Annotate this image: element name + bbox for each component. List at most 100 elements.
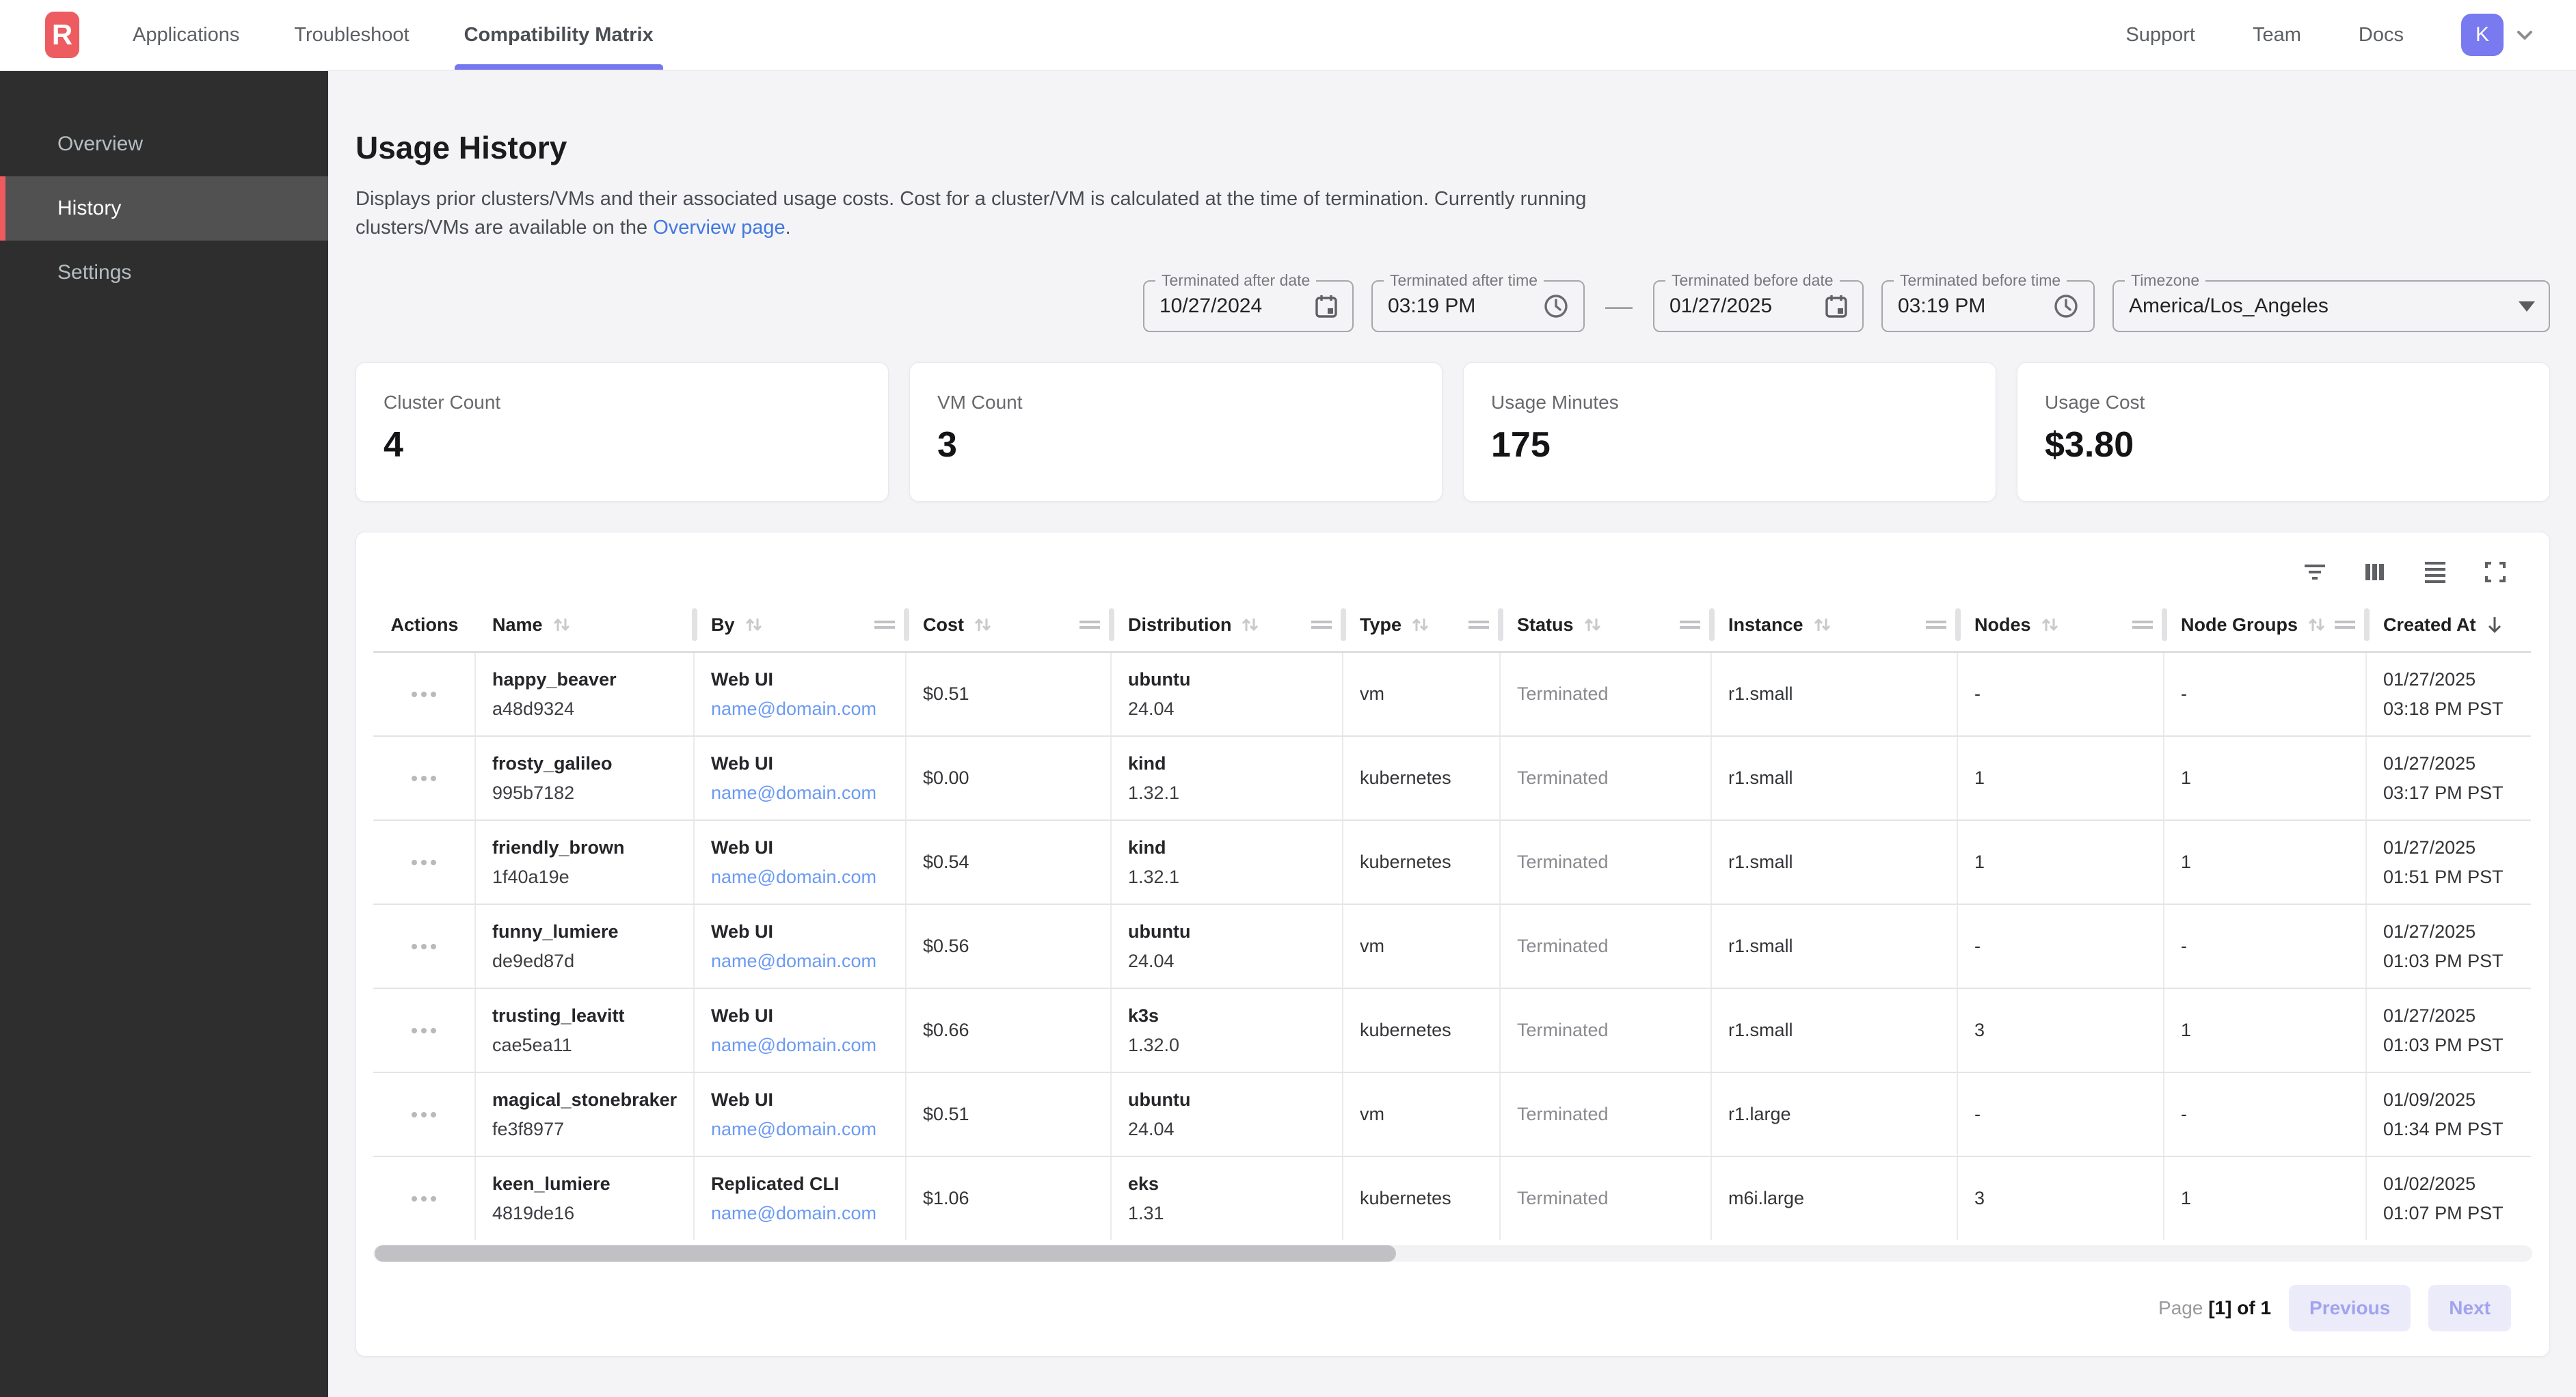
cell-by: Web UI name@domain.com bbox=[695, 905, 907, 988]
page-description: Displays prior clusters/VMs and their as… bbox=[355, 185, 1661, 242]
timezone-select[interactable]: Timezone America/Los_Angeles bbox=[2112, 280, 2550, 332]
column-header-status[interactable]: Status bbox=[1501, 598, 1712, 651]
created-by-email-link[interactable]: name@domain.com bbox=[711, 867, 905, 888]
terminated-before-time-value: 03:19 PM bbox=[1898, 295, 1985, 318]
column-resize-handle-icon[interactable] bbox=[1679, 617, 1701, 632]
sidebar-item-history[interactable]: History bbox=[0, 176, 328, 241]
sort-icon[interactable] bbox=[1408, 613, 1432, 636]
node-groups-value: - bbox=[2181, 683, 2365, 705]
column-header-distribution[interactable]: Distribution bbox=[1112, 598, 1343, 651]
column-header-instance[interactable]: Instance bbox=[1712, 598, 1958, 651]
scrollbar-thumb[interactable] bbox=[375, 1245, 1396, 1262]
sort-icon[interactable] bbox=[2038, 613, 2061, 636]
column-resize-handle-icon[interactable] bbox=[1311, 617, 1332, 632]
status-value: Terminated bbox=[1517, 1188, 1710, 1209]
nav-item-compatibility-matrix[interactable]: Compatibility Matrix bbox=[464, 0, 654, 70]
row-actions-menu-icon[interactable] bbox=[412, 776, 436, 781]
created-by-email-link[interactable]: name@domain.com bbox=[711, 1203, 905, 1224]
created-by-email-link[interactable]: name@domain.com bbox=[711, 951, 905, 972]
status-value: Terminated bbox=[1517, 936, 1710, 957]
next-page-button[interactable]: Next bbox=[2428, 1285, 2511, 1331]
instance-value: m6i.large bbox=[1728, 1188, 1957, 1209]
created-by-source: Web UI bbox=[711, 1005, 905, 1027]
row-actions-menu-icon[interactable] bbox=[412, 860, 436, 865]
column-header-created-at[interactable]: Created At bbox=[2367, 598, 2531, 651]
cell-actions bbox=[373, 905, 476, 988]
terminated-before-time-field[interactable]: Terminated before time 03:19 PM bbox=[1881, 280, 2095, 332]
terminated-after-date-field[interactable]: Terminated after date 10/27/2024 bbox=[1143, 280, 1354, 332]
sort-icon[interactable] bbox=[1238, 613, 1261, 636]
created-by-email-link[interactable]: name@domain.com bbox=[711, 1035, 905, 1056]
created-by-email-link[interactable]: name@domain.com bbox=[711, 1119, 905, 1140]
cell-created-at: 01/27/2025 03:17 PM PST bbox=[2367, 737, 2531, 819]
overview-page-link[interactable]: Overview page bbox=[653, 217, 785, 239]
column-resize-handle-icon[interactable] bbox=[874, 617, 896, 632]
column-header-name[interactable]: Name bbox=[476, 598, 695, 651]
column-header-node-groups[interactable]: Node Groups bbox=[2164, 598, 2367, 651]
created-date: 01/27/2025 bbox=[2383, 921, 2531, 942]
cell-name: trusting_leavitt cae5ea11 bbox=[476, 989, 695, 1072]
column-header-by[interactable]: By bbox=[695, 598, 907, 651]
nav-item-applications[interactable]: Applications bbox=[133, 0, 239, 70]
filter-bar: Terminated after date 10/27/2024 Termina… bbox=[355, 280, 2550, 332]
density-icon[interactable] bbox=[2421, 558, 2450, 586]
sort-desc-icon[interactable] bbox=[2483, 613, 2506, 636]
terminated-before-date-label: Terminated before date bbox=[1665, 271, 1840, 290]
type-value: vm bbox=[1360, 1104, 1499, 1125]
created-by-email-link[interactable]: name@domain.com bbox=[711, 698, 905, 720]
column-label: By bbox=[711, 614, 735, 636]
account-menu[interactable]: K bbox=[2461, 14, 2536, 56]
terminated-after-time-field[interactable]: Terminated after time 03:19 PM bbox=[1371, 280, 1585, 332]
cell-nodes: 3 bbox=[1958, 1157, 2164, 1240]
column-label: Nodes bbox=[1974, 614, 2031, 636]
nav-item-docs[interactable]: Docs bbox=[2359, 24, 2404, 46]
terminated-before-date-field[interactable]: Terminated before date 01/27/2025 bbox=[1653, 280, 1864, 332]
columns-icon[interactable] bbox=[2361, 558, 2389, 586]
row-actions-menu-icon[interactable] bbox=[412, 1028, 436, 1033]
column-header-nodes[interactable]: Nodes bbox=[1958, 598, 2164, 651]
column-header-type[interactable]: Type bbox=[1343, 598, 1501, 651]
sort-icon[interactable] bbox=[2305, 613, 2328, 636]
horizontal-scrollbar[interactable] bbox=[373, 1245, 2532, 1262]
sort-icon[interactable] bbox=[742, 613, 765, 636]
sort-icon[interactable] bbox=[1810, 613, 1834, 636]
nav-item-team[interactable]: Team bbox=[2253, 24, 2301, 46]
calendar-icon[interactable] bbox=[1824, 293, 1849, 319]
app-logo[interactable]: R bbox=[45, 12, 79, 58]
column-resize-handle-icon[interactable] bbox=[1468, 617, 1490, 632]
column-resize-handle-icon[interactable] bbox=[1925, 617, 1947, 632]
nav-item-troubleshoot[interactable]: Troubleshoot bbox=[294, 0, 409, 70]
clock-icon[interactable] bbox=[1542, 293, 1570, 320]
row-actions-menu-icon[interactable] bbox=[412, 1196, 436, 1202]
filter-icon[interactable] bbox=[2300, 558, 2329, 586]
column-header-cost[interactable]: Cost bbox=[907, 598, 1112, 651]
nodes-value: - bbox=[1974, 936, 2163, 957]
avatar[interactable]: K bbox=[2461, 14, 2504, 56]
stat-value: 3 bbox=[937, 424, 1442, 465]
cell-node-groups: 1 bbox=[2164, 989, 2367, 1072]
cluster-name: friendly_brown bbox=[492, 837, 693, 858]
cost-value: $0.51 bbox=[923, 683, 1110, 705]
sidebar-item-overview[interactable]: Overview bbox=[0, 112, 328, 176]
cell-instance: r1.small bbox=[1712, 989, 1958, 1072]
previous-page-button[interactable]: Previous bbox=[2289, 1285, 2411, 1331]
created-date: 01/02/2025 bbox=[2383, 1174, 2531, 1195]
nav-item-support[interactable]: Support bbox=[2125, 24, 2195, 46]
sidebar-item-settings[interactable]: Settings bbox=[0, 241, 328, 305]
column-resize-handle-icon[interactable] bbox=[1079, 617, 1101, 632]
clock-icon[interactable] bbox=[2052, 293, 2080, 320]
row-actions-menu-icon[interactable] bbox=[412, 1112, 436, 1117]
row-actions-menu-icon[interactable] bbox=[412, 692, 436, 697]
node-groups-value: 1 bbox=[2181, 768, 2365, 789]
created-by-email-link[interactable]: name@domain.com bbox=[711, 783, 905, 804]
sort-icon[interactable] bbox=[971, 613, 994, 636]
cell-distribution: ubuntu 24.04 bbox=[1112, 653, 1343, 735]
sort-icon[interactable] bbox=[550, 613, 573, 636]
column-resize-handle-icon[interactable] bbox=[2132, 617, 2154, 632]
row-actions-menu-icon[interactable] bbox=[412, 944, 436, 949]
column-resize-handle-icon[interactable] bbox=[2334, 617, 2356, 632]
cell-type: vm bbox=[1343, 1073, 1501, 1156]
fullscreen-icon[interactable] bbox=[2481, 558, 2510, 586]
calendar-icon[interactable] bbox=[1314, 293, 1339, 319]
sort-icon[interactable] bbox=[1581, 613, 1604, 636]
